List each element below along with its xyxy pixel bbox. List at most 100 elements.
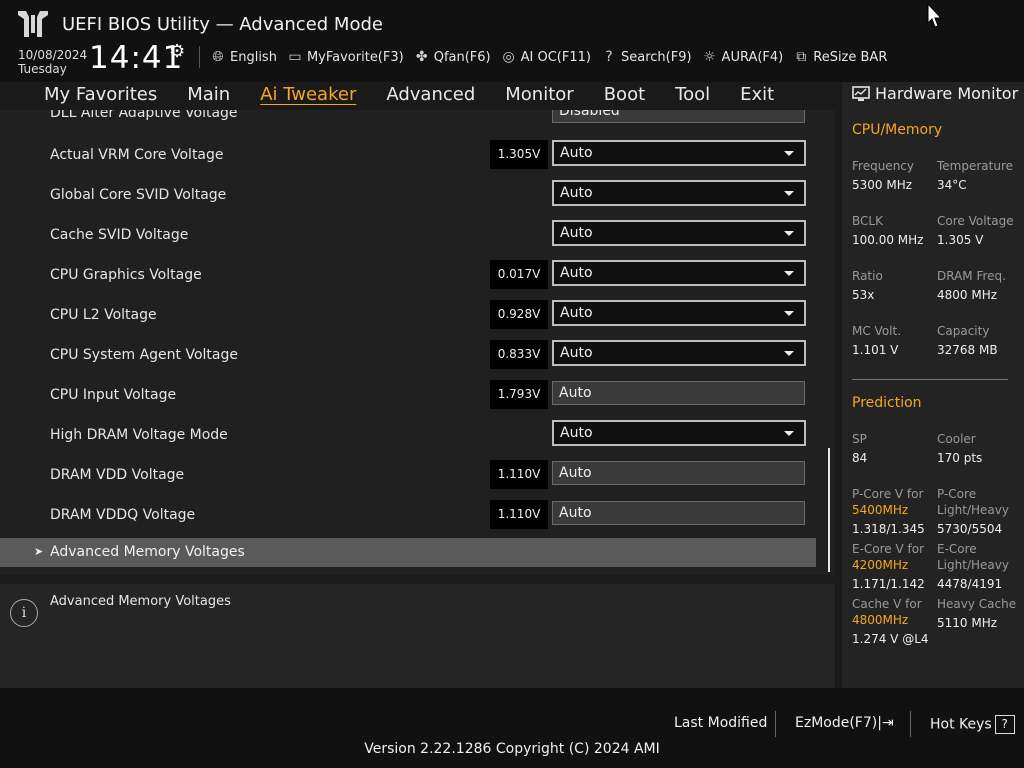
setting-label: CPU System Agent Voltage [50, 347, 238, 363]
setting-row[interactable]: High DRAM Voltage Mode Auto [0, 420, 820, 460]
toolbar-language[interactable]: 🌐︎ English [210, 49, 277, 65]
day-text: Tuesday [18, 62, 67, 76]
settings-panel: DLL Alter Adaptive Voltage Disabled Actu… [0, 110, 835, 575]
cooler-value: 170 pts [937, 451, 983, 465]
setting-dropdown[interactable]: Auto [552, 420, 806, 446]
tab-tool[interactable]: Tool [675, 84, 710, 105]
setting-row[interactable]: CPU Graphics Voltage 0.017V Auto [0, 260, 820, 300]
ratio-label: Ratio [852, 269, 883, 283]
setting-value[interactable]: Disabled [552, 110, 805, 123]
setting-row[interactable]: CPU L2 Voltage 0.928V Auto [0, 300, 820, 340]
ecore-v-value: 1.171/1.142 [852, 577, 925, 591]
section-prediction: Prediction [852, 395, 922, 411]
footer-divider [910, 711, 911, 737]
dropdown-caret-icon [784, 431, 794, 436]
dram-freq-label: DRAM Freq. [937, 269, 1006, 283]
toolbar-aura-label: AURA(F4) [721, 49, 784, 65]
search-icon: ? [605, 49, 613, 65]
tab-exit[interactable]: Exit [740, 84, 774, 105]
setting-value: Auto [559, 505, 592, 521]
dropdown-caret-icon [784, 271, 794, 276]
pcore-v-value: 1.318/1.345 [852, 522, 925, 536]
dropdown-caret-icon [784, 351, 794, 356]
toolbar-search-label: Search(F9) [620, 49, 692, 65]
setting-row[interactable]: Global Core SVID Voltage Auto [0, 180, 820, 220]
setting-row[interactable]: DLL Alter Adaptive Voltage Disabled [0, 110, 820, 139]
setting-dropdown[interactable]: Auto [552, 260, 806, 286]
setting-dropdown[interactable]: Auto [552, 180, 806, 206]
voltage-reading: 1.305V [490, 140, 548, 169]
setting-row[interactable]: CPU System Agent Voltage 0.833V Auto [0, 340, 820, 380]
toolbar-resize-bar[interactable]: ⧉ ReSize BAR [793, 49, 887, 65]
setting-label: CPU Graphics Voltage [50, 267, 202, 283]
tab-monitor[interactable]: Monitor [505, 84, 573, 105]
ecore-lh-value: 4478/4191 [937, 577, 1003, 591]
aura-icon: ☼ [703, 49, 716, 65]
setting-row[interactable]: CPU Input Voltage 1.793V Auto [0, 380, 820, 420]
setting-row[interactable]: Actual VRM Core Voltage 1.305V Auto [0, 140, 820, 180]
dropdown-caret-icon [784, 191, 794, 196]
ecore-lh-label: E-Core Light/Heavy [937, 542, 1009, 572]
tab-main[interactable]: Main [187, 84, 230, 105]
setting-row[interactable]: Cache SVID Voltage Auto [0, 220, 820, 260]
heavy-cache-label: Heavy Cache [937, 597, 1017, 611]
voltage-reading: 0.017V [490, 260, 548, 289]
setting-label: Actual VRM Core Voltage [50, 147, 224, 163]
dropdown-caret-icon [784, 151, 794, 156]
globe-icon: 🌐︎ [212, 49, 224, 65]
setting-value: Auto [560, 305, 593, 321]
scrollbar[interactable] [828, 448, 830, 572]
cache-v-value: 1.274 V @L4 [852, 632, 929, 646]
info-icon: i [10, 599, 38, 627]
help-text: Advanced Memory Voltages [50, 594, 231, 609]
mc-volt-label: MC Volt. [852, 324, 902, 338]
ezmode-button[interactable]: EzMode(F7)|⇥ [795, 715, 894, 731]
voltage-reading: 1.110V [490, 500, 548, 529]
cache-v-label: Cache V for [852, 597, 922, 611]
sp-value: 84 [852, 451, 868, 465]
tab-boot[interactable]: Boot [604, 84, 645, 105]
last-modified-button[interactable]: Last Modified [674, 715, 767, 731]
toolbar: 🌐︎ English ▭ MyFavorite(F3) ✤ Qfan(F6) ◎… [210, 47, 887, 67]
cooler-label: Cooler [937, 432, 976, 446]
setting-row[interactable]: DRAM VDD Voltage 1.110V Auto [0, 460, 820, 500]
app-title: UEFI BIOS Utility — Advanced Mode [62, 14, 383, 35]
toolbar-qfan-label: Qfan(F6) [433, 49, 491, 65]
fan-icon: ✤ [415, 49, 428, 65]
setting-value: Auto [560, 425, 593, 441]
setting-dropdown[interactable]: Auto [552, 220, 806, 246]
frequency-label: Frequency [852, 159, 914, 173]
setting-dropdown[interactable]: Auto [552, 300, 806, 326]
setting-dropdown[interactable]: Auto [552, 340, 806, 366]
setting-dropdown[interactable]: Auto [552, 140, 806, 166]
tab-advanced[interactable]: Advanced [386, 84, 475, 105]
submenu-arrow-icon: ➤ [34, 545, 44, 558]
setting-input[interactable]: Auto [552, 461, 805, 485]
tuf-logo [18, 11, 48, 37]
toolbar-qfan[interactable]: ✤ Qfan(F6) [414, 49, 491, 65]
version-text: Version 2.22.1286 Copyright (C) 2024 AMI [364, 741, 660, 757]
toolbar-search[interactable]: ? Search(F9) [601, 49, 692, 65]
exit-arrow-icon: ⇥ [881, 715, 894, 731]
hot-keys-button[interactable]: Hot Keys? [930, 715, 1015, 734]
help-question-icon: ? [994, 715, 1015, 734]
ecore-v-freq: 4200MHz [852, 558, 909, 572]
tab-ai-tweaker[interactable]: Ai Tweaker [260, 84, 356, 105]
setting-label: CPU L2 Voltage [50, 307, 157, 323]
setting-value: Auto [560, 265, 593, 281]
tab-my-favorites[interactable]: My Favorites [44, 84, 157, 105]
toolbar-aioc[interactable]: ◎ AI OC(F11) [501, 49, 591, 65]
gear-icon[interactable]: ⚙ [169, 41, 185, 62]
temperature-value: 34°C [937, 178, 967, 192]
core-voltage-label: Core Voltage [937, 214, 1014, 228]
dram-freq-value: 4800 MHz [937, 288, 998, 302]
cache-v-freq: 4800MHz [852, 613, 909, 627]
pcore-v-label: P-Core V for [852, 487, 924, 501]
toolbar-myfavorite[interactable]: ▭ MyFavorite(F3) [287, 49, 403, 65]
setting-input[interactable]: Auto [552, 381, 805, 405]
setting-label: DRAM VDDQ Voltage [50, 507, 196, 523]
toolbar-aura[interactable]: ☼ AURA(F4) [702, 49, 784, 65]
setting-row[interactable]: DRAM VDDQ Voltage 1.110V Auto [0, 500, 820, 540]
setting-input[interactable]: Auto [552, 501, 805, 525]
hot-keys-label: Hot Keys [930, 716, 992, 733]
